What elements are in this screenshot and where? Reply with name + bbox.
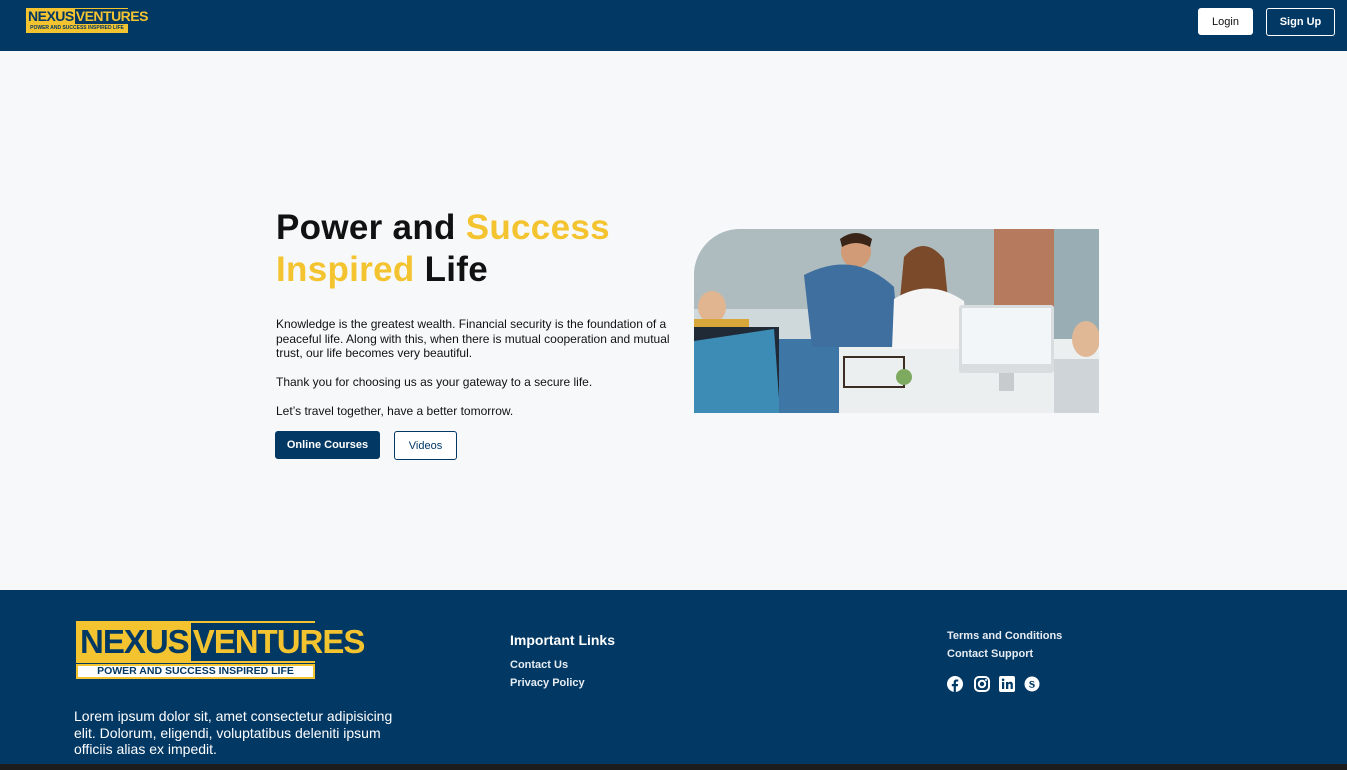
skype-icon[interactable] [1024, 676, 1040, 692]
logo-wordmark: NEXUS VENTURES [26, 8, 149, 25]
privacy-policy-link[interactable]: Privacy Policy [510, 677, 585, 689]
footer-logo-wordmark: NEXUS VENTURES [76, 621, 367, 663]
navbar: NEXUS VENTURES POWER AND SUCCESS INSPIRE… [0, 0, 1347, 51]
hero-title: Power and Success Inspired Life [276, 207, 676, 291]
logo-nexus: NEXUS [27, 8, 75, 24]
hero-title-accent1: Success [465, 208, 610, 247]
footer-logo-tagline: POWER AND SUCCESS INSPIRED LIFE [78, 666, 313, 677]
logo-ventures: VENTURES [74, 8, 149, 24]
footer-bottom-bar [0, 764, 1347, 770]
footer-brand-logo[interactable]: NEXUS VENTURES POWER AND SUCCESS INSPIRE… [76, 621, 367, 679]
brand-logo[interactable]: NEXUS VENTURES POWER AND SUCCESS INSPIRE… [26, 8, 149, 34]
videos-button[interactable]: Videos [394, 431, 457, 460]
important-links-heading: Important Links [510, 632, 616, 648]
hero-title-part1: Power and [276, 208, 466, 247]
terms-link[interactable]: Terms and Conditions [947, 630, 1062, 642]
footer-description: Lorem ipsum dolor sit, amet consectetur … [74, 708, 393, 757]
login-button[interactable]: Login [1198, 8, 1253, 35]
footer-logo-nexus: NEXUS [78, 623, 191, 661]
signup-button[interactable]: Sign Up [1266, 8, 1335, 36]
facebook-icon[interactable] [947, 676, 963, 692]
hero-paragraph-knowledge: Knowledge is the greatest wealth. Financ… [276, 317, 670, 360]
hero-paragraph-thanks: Thank you for choosing us as your gatewa… [276, 375, 593, 389]
logo-tagline: POWER AND SUCCESS INSPIRED LIFE [26, 25, 128, 33]
hero-title-accent2: Inspired [276, 250, 415, 289]
hero-office-image [694, 229, 1099, 413]
footer-logo-tagline-wrap: POWER AND SUCCESS INSPIRED LIFE [76, 664, 315, 679]
hero-title-part2: Life [414, 250, 488, 289]
footer-logo-ventures: VENTURES [190, 623, 367, 661]
online-courses-button[interactable]: Online Courses [275, 431, 380, 459]
instagram-icon[interactable] [974, 676, 990, 692]
contact-support-link[interactable]: Contact Support [947, 648, 1033, 660]
hero-paragraph-travel: Let’s travel together, have a better tom… [276, 404, 514, 418]
linkedin-icon[interactable] [999, 676, 1015, 692]
contact-us-link[interactable]: Contact Us [510, 659, 568, 671]
